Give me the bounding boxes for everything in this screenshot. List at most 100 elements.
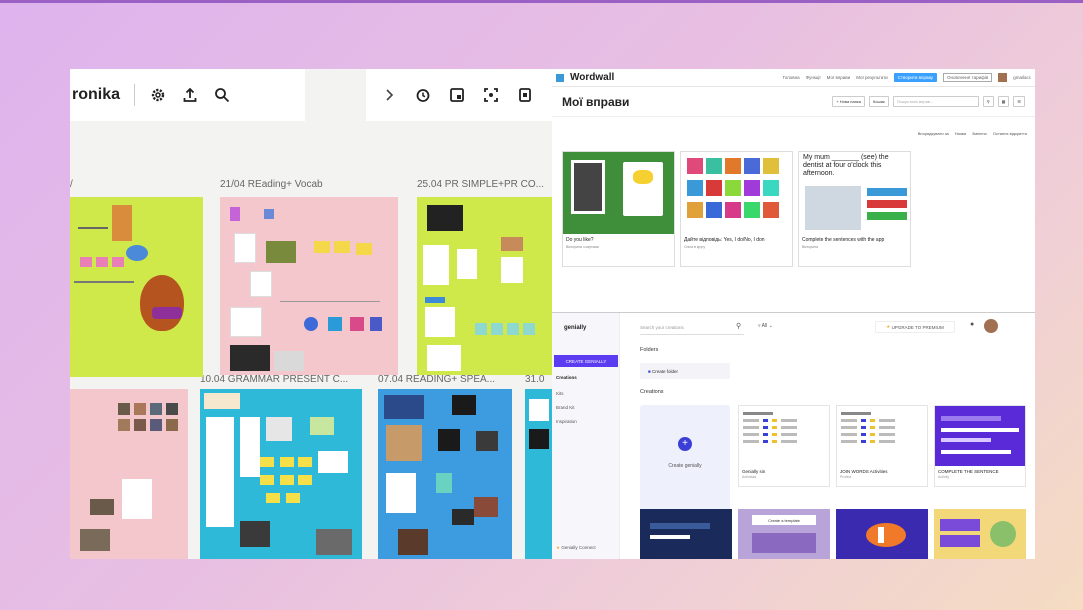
create-genially-button[interactable]: CREATE GENIALLY: [554, 355, 618, 367]
padlet-title: ronika: [72, 86, 121, 103]
user-name[interactable]: gmailacc: [1013, 75, 1031, 80]
slideshow-icon[interactable]: [448, 86, 466, 104]
page-title: Мої вправи: [562, 94, 630, 109]
wordwall-panel: Wordwall Головна Функції Мої вправи Мої …: [552, 69, 1035, 312]
board-lime-pr-simple[interactable]: [417, 197, 552, 375]
activity-card[interactable]: My mum _______ (see) the dentist at four…: [798, 151, 911, 267]
wordwall-nav: Головна Функції Мої вправи Мої результат…: [783, 73, 1031, 82]
star-icon: ★: [886, 324, 891, 329]
creation-thumbnail: [739, 406, 829, 466]
creation-title: Create a template: [752, 515, 816, 525]
search-input[interactable]: Пошук моїх вправ...: [892, 96, 979, 107]
create-folder-label: Create folder: [651, 368, 678, 374]
genially-connect-label: Genially Connect: [561, 545, 596, 550]
creation-meta: Activity: [938, 475, 950, 479]
plus-icon: +: [678, 437, 692, 451]
folders-heading: Folders: [640, 347, 659, 353]
genially-logo[interactable]: genially: [552, 313, 619, 331]
activity-card[interactable]: Do you like? Вікторина з картами: [562, 151, 675, 267]
upgrade-plan-link[interactable]: Оновлення тарифів: [943, 73, 993, 82]
timer-icon[interactable]: [414, 86, 432, 104]
avatar[interactable]: [998, 73, 1008, 82]
board-pink-reading[interactable]: [220, 197, 398, 375]
sort-label: Впорядкувати за: [917, 131, 949, 136]
search-icon[interactable]: ⚲: [982, 96, 994, 107]
wordwall-logo[interactable]: Wordwall: [570, 72, 614, 83]
section-label-reading-speaking[interactable]: 07.04 READING+ SPEA...: [378, 374, 495, 385]
sidebar-item-brand-kit[interactable]: Brand Kit: [556, 405, 575, 410]
activity-thumbnail: My mum _______ (see) the dentist at four…: [799, 152, 910, 234]
activity-card[interactable]: Дайте відповідь: Yes, I do/No, I don Спі…: [680, 151, 793, 267]
padlet-toolbar-right: [366, 69, 552, 121]
avatar[interactable]: [984, 319, 998, 333]
sort-by-modified[interactable]: Змінено: [972, 131, 987, 136]
creation-title: Genially sin: [742, 469, 766, 474]
grid-view-icon[interactable]: ▦: [997, 96, 1010, 107]
board-blue-reading[interactable]: [378, 389, 512, 559]
wordwall-tools: + Нова папка Кошик Пошук моїх вправ... ⚲…: [832, 96, 1025, 107]
panel-icon[interactable]: [516, 86, 534, 104]
activity-title: Complete the sentences with the app: [802, 237, 885, 243]
sidebar-item-inspiration[interactable]: Inspiration: [556, 419, 577, 424]
sidebar-item-creations[interactable]: Creations: [556, 375, 577, 380]
search-input[interactable]: Search your creations: [640, 321, 744, 335]
creation-thumbnail: [837, 406, 927, 466]
sort-by-last-opened[interactable]: Останнє відкриття: [993, 131, 1027, 136]
genially-connect-link[interactable]: ★ Genially Connect: [556, 545, 596, 551]
creation-title: COMPLETE THE SENTENCE: [938, 469, 999, 474]
activity-thumbnail: [563, 152, 674, 234]
creation-card[interactable]: JOIN WORDS Activities Prueba: [836, 405, 928, 487]
list-view-icon[interactable]: ☰: [1013, 96, 1025, 107]
creation-card[interactable]: Create a template: [738, 509, 830, 559]
section-label-grammar[interactable]: 10.04 GRAMMAR PRESENT C...: [200, 374, 348, 385]
board-cyan-partial[interactable]: [525, 389, 552, 559]
nav-features[interactable]: Функції: [806, 75, 821, 80]
search-icon[interactable]: [213, 86, 231, 104]
nav-home[interactable]: Головна: [783, 75, 800, 80]
chevron-right-icon[interactable]: [380, 86, 398, 104]
creation-card[interactable]: COMPLETE THE SENTENCE Activity: [934, 405, 1026, 487]
creation-card[interactable]: [640, 509, 732, 559]
section-label-reading-vocab[interactable]: 21/04 REading+ Vocab: [220, 179, 323, 190]
nav-my-activities[interactable]: Мої вправи: [827, 75, 851, 80]
share-icon[interactable]: [181, 86, 199, 104]
creation-card[interactable]: Genially sin Actividad: [738, 405, 830, 487]
create-activity-button[interactable]: Створити вправу: [893, 73, 938, 82]
sort-bar: Впорядкувати за Назва Змінено Останнє ві…: [918, 131, 1027, 136]
section-label-pr-simple[interactable]: 25.04 PR SIMPLE+PR CO...: [417, 179, 544, 190]
nav-my-results[interactable]: Мої результати: [856, 75, 887, 80]
create-folder-button[interactable]: ■ Create folder: [640, 363, 730, 379]
section-label-31[interactable]: 31.0: [525, 374, 544, 385]
activity-thumbnail: [681, 152, 792, 234]
creation-meta: Actividad: [742, 475, 757, 479]
board-cyan-grammar[interactable]: [200, 389, 362, 559]
top-accent-line: [0, 0, 1083, 3]
new-folder-button[interactable]: + Нова папка: [832, 96, 865, 107]
board-pink-lower[interactable]: [70, 389, 188, 559]
activity-title: Do you like?: [566, 237, 594, 243]
wordwall-logo-icon: [556, 73, 564, 82]
padlet-toolbar-left: ronika: [70, 69, 305, 121]
upgrade-button[interactable]: ★ UPGRADE TO PREMIUM: [875, 321, 955, 333]
folder-icon: ■: [648, 368, 651, 374]
filter-icon: ▿: [758, 323, 761, 329]
wordwall-header: Мої вправи + Нова папка Кошик Пошук моїх…: [552, 87, 1035, 117]
board-lime-easter[interactable]: [70, 197, 203, 377]
filter-label: All: [761, 323, 768, 329]
genially-sidebar: genially CREATE GENIALLY Creations Kits …: [552, 313, 620, 559]
bell-icon[interactable]: ●: [970, 321, 974, 328]
trash-button[interactable]: Кошик: [868, 96, 889, 107]
creation-card[interactable]: [836, 509, 928, 559]
search-icon[interactable]: ⚲: [736, 322, 741, 330]
sort-by-name[interactable]: Назва: [955, 131, 966, 136]
filter-dropdown[interactable]: ▿ All ⌄: [758, 323, 773, 329]
activity-meta: Спіна в кругу: [684, 245, 706, 249]
create-genially-card[interactable]: + Create genially: [640, 405, 730, 525]
activity-prompt: My mum _______ (see) the dentist at four…: [803, 154, 889, 177]
sidebar-item-kits[interactable]: Kits: [556, 391, 564, 396]
creation-card[interactable]: [934, 509, 1026, 559]
creation-title: JOIN WORDS Activities: [840, 469, 888, 474]
activity-meta: Вікторина з картами: [566, 245, 599, 249]
gear-icon[interactable]: [149, 86, 167, 104]
focus-icon[interactable]: [482, 86, 500, 104]
